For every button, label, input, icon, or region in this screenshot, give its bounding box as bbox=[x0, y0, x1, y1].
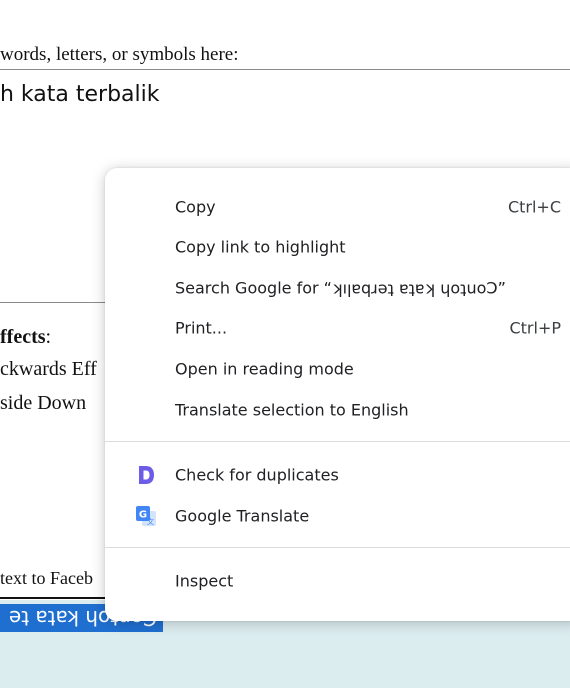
menu-separator bbox=[105, 441, 570, 442]
input-prompt-label: words, letters, or symbols here: bbox=[0, 44, 239, 65]
menu-item-google-translate-label: Google Translate bbox=[175, 506, 310, 526]
menu-item-translate-selection[interactable]: Translate selection to English bbox=[105, 391, 570, 429]
text-input-value: h kata terbalik bbox=[0, 82, 160, 107]
effects-heading-colon: : bbox=[45, 326, 52, 348]
menu-item-reading-mode[interactable]: Open in reading mode bbox=[105, 350, 570, 388]
menu-item-print-shortcut: Ctrl+P bbox=[509, 318, 561, 338]
effects-heading-text: ffects bbox=[0, 326, 46, 348]
menu-item-check-duplicates-label: Check for duplicates bbox=[175, 465, 339, 485]
share-facebook-text[interactable]: text to Faceb bbox=[0, 568, 93, 589]
effect-backwards[interactable]: ckwards Eff bbox=[0, 358, 97, 381]
menu-separator bbox=[105, 547, 570, 548]
menu-item-check-duplicates[interactable]: Check for duplicates bbox=[105, 456, 570, 494]
effect-upside-down[interactable]: side Down bbox=[0, 392, 86, 415]
menu-item-copy[interactable]: Copy Ctrl+C bbox=[105, 188, 570, 226]
menu-item-search-label: Search Google for “ʞıןɐqɹǝʇ ɐʇɐʞ ɥoʇuoƆ” bbox=[175, 278, 506, 298]
google-translate-icon: G 文 bbox=[136, 506, 156, 526]
menu-item-copy-link[interactable]: Copy link to highlight bbox=[105, 228, 570, 266]
menu-item-search-google[interactable]: Search Google for “ʞıןɐqɹǝʇ ɐʇɐʞ ɥoʇuoƆ” bbox=[105, 269, 570, 307]
menu-item-translate-selection-label: Translate selection to English bbox=[175, 400, 409, 420]
dupe-checker-d-icon bbox=[139, 466, 154, 484]
menu-item-copy-link-label: Copy link to highlight bbox=[175, 237, 346, 257]
menu-item-print[interactable]: Print... Ctrl+P bbox=[105, 309, 570, 347]
menu-item-reading-mode-label: Open in reading mode bbox=[175, 359, 354, 379]
svg-text:文: 文 bbox=[147, 517, 154, 526]
menu-item-print-label: Print... bbox=[175, 318, 228, 338]
menu-item-copy-label: Copy bbox=[175, 197, 216, 217]
menu-item-google-translate[interactable]: G 文 Google Translate bbox=[105, 497, 570, 535]
menu-item-inspect[interactable]: Inspect bbox=[105, 562, 570, 600]
effects-heading: ffects: bbox=[0, 326, 51, 349]
menu-item-inspect-label: Inspect bbox=[175, 571, 234, 591]
menu-item-copy-shortcut: Ctrl+C bbox=[507, 197, 561, 217]
context-menu: Copy Ctrl+C Copy link to highlight Searc… bbox=[105, 168, 570, 621]
svg-text:G: G bbox=[139, 510, 147, 521]
